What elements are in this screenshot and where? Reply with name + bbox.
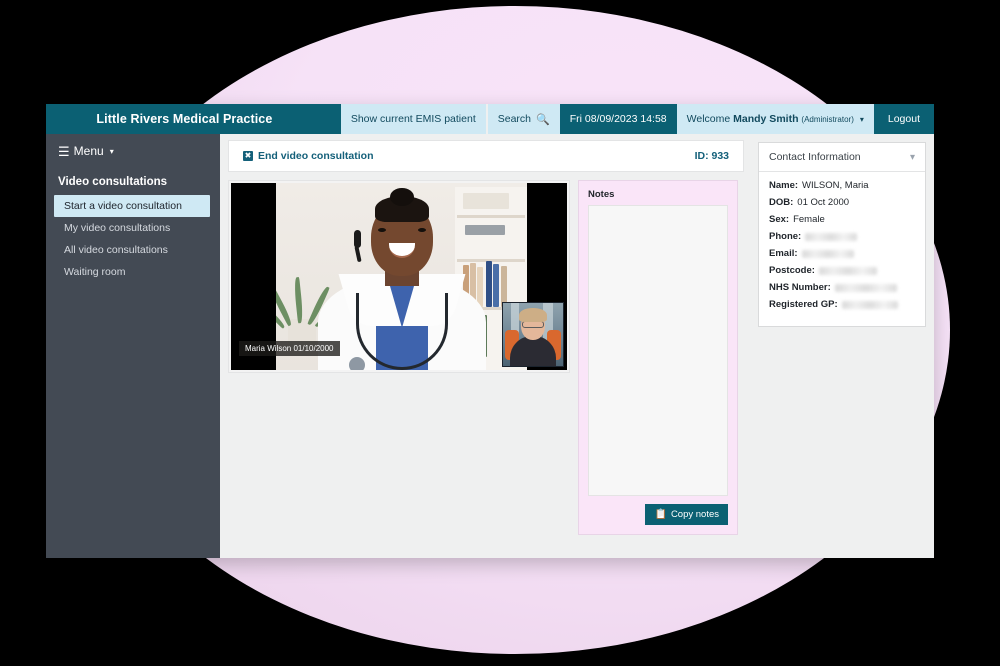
contact-field-row: Sex: Female [769,214,915,225]
video-stage[interactable]: Maria Wilson 01/10/2000 [231,183,567,370]
welcome-prefix: Welcome [686,113,731,125]
consultation-id: ID: 933 [694,150,729,162]
contact-field-label: NHS Number: [769,282,831,293]
contact-field-row: DOB: 01 Oct 2000 [769,197,915,208]
contact-field-list: Name: WILSON, Maria DOB: 01 Oct 2000 Sex: Fem… [759,172,925,326]
hamburger-icon: ☰ [58,143,70,159]
top-bar: Little Rivers Medical Practice Show curr… [46,104,934,134]
notes-footer: 📋 Copy notes [588,504,728,525]
contact-field-label: Postcode: [769,265,815,276]
main-content: ✖ End video consultation ID: 933 Maria W… [220,134,934,558]
contact-field-value: Female [793,214,825,225]
contact-field-label: Sex: [769,214,790,225]
contact-field-row: Email: [769,248,915,259]
contact-information-card: Contact Information ▾ Name: WILSON, Maria… [758,142,926,327]
content-columns: ✖ End video consultation ID: 933 Maria W… [220,134,934,558]
contact-field-label: Email: [769,248,798,259]
video-and-notes-row: Maria Wilson 01/10/2000 Notes 📋 Copy not… [220,172,752,558]
search-icon: 🔍 [536,113,550,126]
contact-card-title: Contact Information [769,151,861,163]
notes-label: Notes [588,189,615,200]
contact-field-row: Registered GP: [769,299,915,310]
window-body: ☰ Menu ▾ Video consultations Start a vid… [46,134,934,558]
contact-field-label: Name: [769,180,799,191]
contact-field-redacted-value [805,232,858,241]
contact-field-value: WILSON, Maria [802,180,869,191]
user-role: (Administrator) [801,114,854,124]
sidebar: ☰ Menu ▾ Video consultations Start a vid… [46,134,220,558]
brand-title: Little Rivers Medical Practice [46,104,341,134]
contact-field-redacted-value [841,300,898,309]
sidebar-item-start-a-video-consultation[interactable]: Start a video consultation [54,195,210,217]
contact-field-redacted-value [818,266,877,275]
chevron-down-icon: ▾ [109,146,114,156]
contact-field-row: NHS Number: [769,282,915,293]
end-video-consultation-button[interactable]: ✖ End video consultation [243,150,374,162]
search-label: Search [497,113,532,125]
contact-field-redacted-value [834,283,897,292]
contact-field-row: Phone: [769,231,915,242]
participant-name-badge: Maria Wilson 01/10/2000 [239,341,340,356]
video-panel: Maria Wilson 01/10/2000 [228,180,570,373]
user-menu[interactable]: Welcome Mandy Smith (Administrator) ▾ [676,104,874,134]
consultation-column: ✖ End video consultation ID: 933 Maria W… [220,134,752,558]
self-view-thumbnail[interactable] [502,302,564,367]
contact-field-row: Name: WILSON, Maria [769,180,915,191]
copy-icon: 📋 [654,508,667,520]
clinician-figure [317,188,486,370]
plant [276,229,342,349]
menu-toggle-button[interactable]: ☰ Menu ▾ [46,134,220,167]
contact-card-header[interactable]: Contact Information ▾ [759,143,925,172]
user-name: Mandy Smith [733,113,799,125]
sidebar-section-title: Video consultations [58,176,168,188]
app-window: Little Rivers Medical Practice Show curr… [46,104,934,558]
contact-field-label: Registered GP: [769,299,838,310]
chevron-down-icon: ▾ [859,114,864,124]
search-button[interactable]: Search 🔍 [487,104,560,134]
end-video-consultation-label: End video consultation [258,150,374,162]
show-emis-patient-button[interactable]: Show current EMIS patient [340,104,486,134]
consultation-toolbar: ✖ End video consultation ID: 933 [228,140,744,172]
datetime-display: Fri 08/09/2023 14:58 [559,104,677,134]
sidebar-item-my-video-consultations[interactable]: My video consultations [46,217,220,239]
copy-notes-button[interactable]: 📋 Copy notes [645,504,728,525]
notes-panel: Notes 📋 Copy notes [578,180,738,535]
copy-notes-label: Copy notes [670,509,719,520]
logout-button[interactable]: Logout [873,104,934,134]
contact-field-value: 01 Oct 2000 [797,197,850,208]
sidebar-item-all-video-consultations[interactable]: All video consultations [46,239,220,261]
sidebar-item-waiting-room[interactable]: Waiting room [46,261,220,283]
notes-input[interactable] [588,205,728,496]
contact-field-redacted-value [801,249,854,258]
menu-label: Menu [73,144,104,158]
contact-field-row: Postcode: [769,265,915,276]
contact-field-label: DOB: [769,197,794,208]
close-box-icon: ✖ [243,151,253,161]
contact-rail: Contact Information ▾ Name: WILSON, Maria… [752,134,934,558]
contact-field-label: Phone: [769,231,802,242]
chevron-down-icon[interactable]: ▾ [910,152,915,163]
